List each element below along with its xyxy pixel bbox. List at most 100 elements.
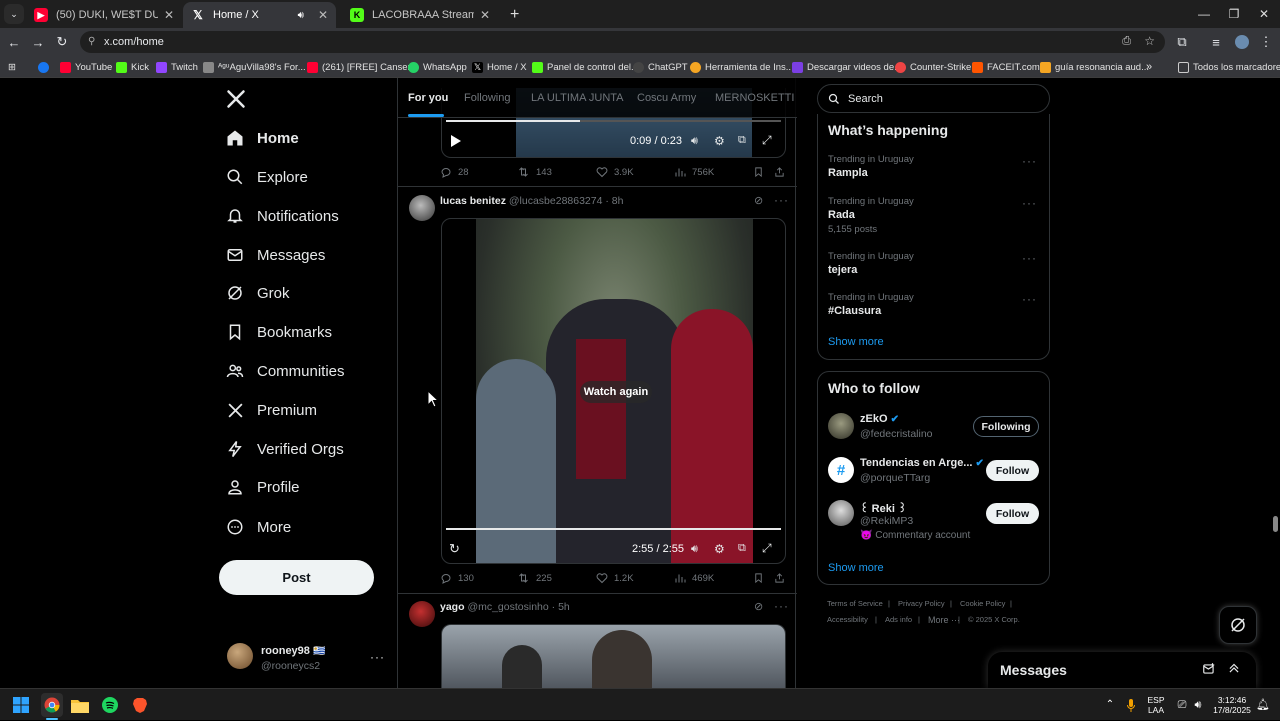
- post-button[interactable]: Post: [219, 560, 374, 595]
- site-info-icon[interactable]: ⚲: [88, 36, 95, 47]
- chrome-taskbar-icon[interactable]: [41, 693, 63, 717]
- tab-home-x[interactable]: 𝕏 Home / X 🔊︎ ✕: [183, 2, 336, 28]
- bookmark-kick-panel[interactable]: Panel de control del...: [532, 59, 639, 75]
- nav-messages[interactable]: Messages: [226, 237, 325, 273]
- video-progress-track[interactable]: [446, 120, 781, 122]
- reply-button[interactable]: 28: [440, 166, 469, 178]
- extensions-icon[interactable]: ⧉: [1172, 32, 1192, 52]
- star-icon[interactable]: ☆: [1144, 34, 1155, 48]
- settings-gear-icon[interactable]: ⚙: [714, 134, 725, 148]
- brave-icon[interactable]: [130, 695, 150, 715]
- avatar[interactable]: [409, 601, 435, 627]
- nav-profile[interactable]: Profile: [226, 469, 300, 505]
- fullscreen-icon[interactable]: ⤢: [762, 133, 772, 148]
- watch-again-button[interactable]: Watch again: [580, 381, 652, 403]
- pip-icon[interactable]: ⧉: [738, 134, 746, 147]
- x-logo-icon[interactable]: [226, 89, 246, 114]
- more-dots-icon[interactable]: ···: [1022, 154, 1037, 168]
- profile-avatar-icon[interactable]: [1232, 32, 1252, 52]
- settings-gear-icon[interactable]: ⚙: [714, 542, 725, 556]
- nav-bookmarks[interactable]: Bookmarks: [226, 314, 332, 350]
- restore-icon[interactable]: ❐: [1218, 0, 1250, 28]
- footer-ads-link[interactable]: Ads info: [885, 615, 912, 624]
- bookmark-twitch[interactable]: Twitch: [156, 59, 198, 75]
- share-button[interactable]: [774, 166, 791, 178]
- author-handle[interactable]: @mc_gostosinho: [467, 601, 548, 613]
- show-more-link[interactable]: Show more: [828, 336, 884, 348]
- bookmark-download[interactable]: Descargar videos de...: [792, 59, 902, 75]
- bookmark-youtube-2[interactable]: (261) [FREE] Canser...: [307, 59, 418, 75]
- bookmark-forum[interactable]: ᴬᵍᵘAguVilla98's For...: [203, 59, 306, 75]
- author-name[interactable]: lucas benitez: [440, 195, 506, 207]
- play-icon[interactable]: [450, 134, 462, 153]
- notifications-bell-icon[interactable]: 🔔︎: [1256, 689, 1270, 721]
- volume-icon[interactable]: 🔊︎: [1191, 689, 1205, 721]
- bookmark-chatgpt[interactable]: ChatGPT: [633, 59, 688, 75]
- more-dots-icon[interactable]: ···: [370, 650, 385, 664]
- author-handle[interactable]: @lucasbe28863274: [509, 195, 603, 207]
- tab-kick[interactable]: K LACOBRAAA Stream - Watch Li ✕: [342, 2, 498, 28]
- bookmark-whatsapp[interactable]: WhatsApp: [408, 59, 467, 75]
- language-indicator[interactable]: ESP LAA: [1142, 689, 1170, 721]
- fullscreen-icon[interactable]: ⤢: [762, 541, 772, 556]
- post-age[interactable]: 5h: [558, 601, 570, 613]
- more-dots-icon[interactable]: ···: [1022, 196, 1037, 210]
- repost-button[interactable]: 143: [517, 166, 552, 178]
- bookmark-faceit[interactable]: FACEIT.com: [972, 59, 1040, 75]
- share-button[interactable]: [774, 572, 791, 584]
- network-icon[interactable]: ⎚: [1174, 689, 1190, 721]
- volume-icon[interactable]: 🔊︎: [691, 135, 698, 148]
- like-button[interactable]: 1.2K: [596, 572, 634, 584]
- nav-home[interactable]: Home: [226, 120, 299, 156]
- bookmark-x[interactable]: 𝕏 Home / X: [472, 59, 527, 75]
- messages-drawer[interactable]: Messages: [988, 652, 1256, 688]
- close-icon[interactable]: ✕: [318, 8, 328, 22]
- nav-communities[interactable]: Communities: [226, 353, 345, 389]
- cast-icon[interactable]: ⎙: [1122, 35, 1131, 48]
- trend-item[interactable]: Trending in Uruguay Rada 5,155 posts ···: [818, 194, 1049, 246]
- search-input[interactable]: Search: [817, 84, 1050, 113]
- bookmark-cs[interactable]: Counter-Strike: [895, 59, 971, 75]
- speaker-icon[interactable]: 🔊︎: [298, 10, 304, 21]
- more-bookmarks-icon[interactable]: »: [1146, 59, 1152, 75]
- footer-terms-link[interactable]: Terms of Service: [827, 599, 883, 608]
- apps-icon[interactable]: ⊞: [8, 59, 16, 75]
- spotify-icon[interactable]: [100, 695, 120, 715]
- nav-notifications[interactable]: Notifications: [226, 198, 339, 234]
- grok-icon[interactable]: ⊘: [754, 600, 763, 613]
- tab-following[interactable]: Following: [464, 92, 510, 104]
- nav-grok[interactable]: Grok: [226, 275, 290, 311]
- back-icon[interactable]: ←: [4, 32, 24, 52]
- more-dots-icon[interactable]: ···: [774, 599, 789, 613]
- windows-start-icon[interactable]: [11, 695, 31, 715]
- menu-icon[interactable]: ⋮: [1256, 32, 1276, 52]
- follow-suggestion[interactable]: ꒰ Reki ꒱ @RekiMP3 😈 Commentary account F…: [818, 497, 1049, 547]
- pip-icon[interactable]: ⧉: [738, 542, 746, 555]
- address-bar[interactable]: ⚲ x.com/home ⎙ ☆: [80, 31, 1165, 53]
- bookmark-youtube[interactable]: YouTube: [60, 59, 112, 75]
- scrollbar-thumb[interactable]: [1273, 516, 1278, 532]
- volume-icon[interactable]: 🔊︎: [691, 543, 698, 556]
- follow-suggestion[interactable]: # Tendencias en Arge... ✔ @porqueTTarg F…: [818, 454, 1049, 494]
- video-progress-track[interactable]: [446, 528, 781, 530]
- grok-icon[interactable]: ⊘: [754, 194, 763, 207]
- footer-more-link[interactable]: More ···: [928, 615, 960, 625]
- close-icon[interactable]: ✕: [164, 8, 174, 22]
- bookmark-button[interactable]: [753, 166, 770, 178]
- close-window-icon[interactable]: ✕: [1248, 0, 1280, 28]
- replay-icon[interactable]: ↻: [449, 541, 460, 557]
- show-hidden-icons-icon[interactable]: ⌃: [1102, 689, 1118, 721]
- reload-icon[interactable]: ↻: [52, 32, 72, 52]
- bookmark-folder[interactable]: guía resonancia aud...: [1040, 59, 1149, 75]
- footer-cookie-link[interactable]: Cookie Policy: [960, 599, 1005, 608]
- footer-accessibility-link[interactable]: Accessibility: [827, 615, 868, 624]
- trend-item[interactable]: Trending in Uruguay #Clausura ···: [818, 290, 1049, 328]
- like-button[interactable]: 3.9K: [596, 166, 634, 178]
- footer-privacy-link[interactable]: Privacy Policy: [898, 599, 945, 608]
- bookmark-tool[interactable]: Herramienta de Ins...: [690, 59, 794, 75]
- forward-icon[interactable]: →: [28, 32, 48, 52]
- chevron-up-icon[interactable]: [1227, 661, 1241, 678]
- new-tab-button[interactable]: +: [502, 2, 522, 28]
- microphone-icon[interactable]: [1124, 689, 1138, 721]
- nav-premium[interactable]: Premium: [226, 392, 317, 428]
